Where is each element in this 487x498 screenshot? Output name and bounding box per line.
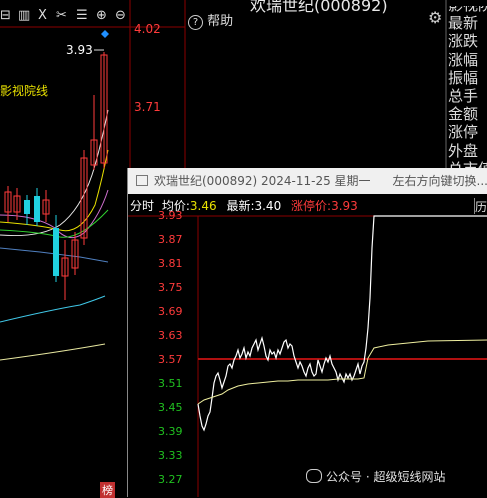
axis-label-3.39: 3.39 (158, 425, 183, 438)
help-label: 帮助 (207, 14, 234, 29)
menu-icon[interactable]: ☰ (76, 8, 88, 23)
panel-item: 影视院 (448, 6, 487, 14)
panel-item: 涨幅 (448, 50, 479, 69)
gear-icon[interactable]: ⚙ (428, 8, 442, 27)
price-axis-label: 3.71 (134, 100, 161, 114)
watermark: 公众号 · 超级短线网站 (306, 468, 445, 485)
panel-item: 总手 (448, 87, 479, 106)
bottom-tag[interactable]: 榜 (100, 482, 115, 498)
axis-label-3.33: 3.33 (158, 449, 183, 462)
zoom-in-icon[interactable]: ⊕ (96, 8, 107, 23)
axis-label-3.27: 3.27 (158, 473, 183, 486)
intraday-popup[interactable]: 欢瑞世纪(000892) 2024-11-25 星期一 左右方向键切换... 分时… (127, 168, 487, 497)
high-price-label: 3.93 (66, 43, 93, 57)
axis-label-3.87: 3.87 (158, 233, 183, 246)
panel-item: 外盘 (448, 141, 479, 160)
axis-label-3.57: 3.57 (158, 353, 183, 366)
panel-item: 涨跌 (448, 32, 479, 51)
axis-label-3.69: 3.69 (158, 305, 183, 318)
right-info-panel: 影视院 最新 涨跌 涨幅 振幅 总手 金额 涨停 外盘 总市值 (448, 6, 487, 178)
zoom-out-icon[interactable]: ⊖ (115, 8, 126, 23)
panel-item: 振幅 (448, 68, 479, 87)
panel-item: 金额 (448, 105, 479, 124)
axis-label-3.63: 3.63 (158, 329, 183, 342)
price-axis-label: 4.02 (134, 22, 161, 36)
panel-item: 涨停 (448, 123, 479, 142)
axis-label-3.81: 3.81 (158, 257, 183, 270)
axis-label-3.75: 3.75 (158, 281, 183, 294)
indicator-label: 影视院线 (0, 84, 49, 98)
axis-label-3.51: 3.51 (158, 377, 183, 390)
toolbar-btn-c[interactable]: X (38, 8, 47, 23)
stock-title: 欢瑞世纪(000892) (250, 0, 388, 15)
help-icon: ? (188, 15, 203, 30)
scissors-icon[interactable]: ✂ (56, 8, 67, 23)
wechat-icon (306, 469, 322, 483)
toolbar-btn-b[interactable]: ▥ (18, 8, 30, 23)
panel-item: 最新 (448, 14, 479, 33)
help-menu[interactable]: ? 帮助 (188, 10, 233, 30)
axis-label-3.93: 3.93 (158, 209, 183, 222)
axis-label-3.45: 3.45 (158, 401, 183, 414)
watermark-text: 公众号 · 超级短线网站 (326, 470, 446, 484)
toolbar-btn-a[interactable]: ⊟ (0, 8, 11, 23)
